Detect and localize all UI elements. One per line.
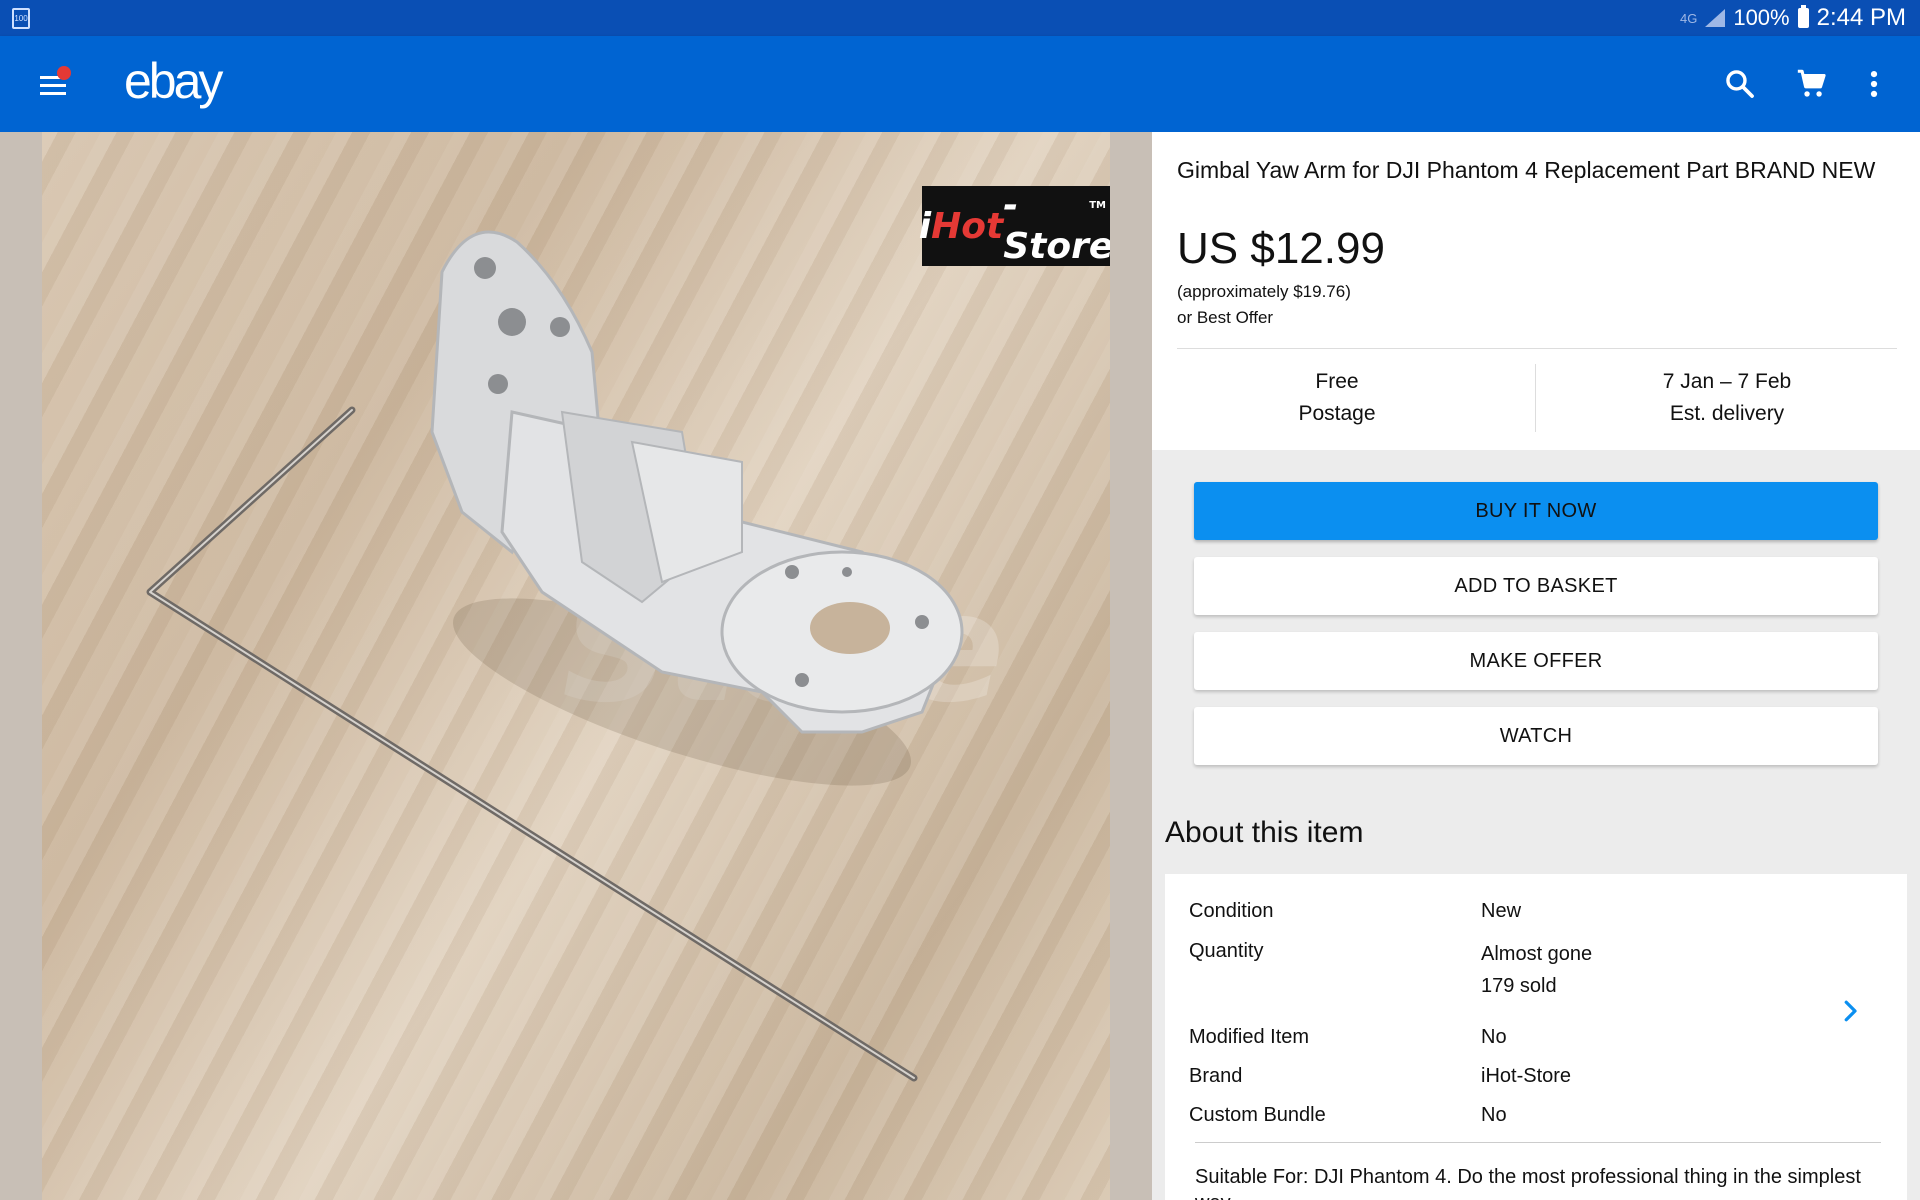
detail-label: Brand <box>1189 1065 1243 1087</box>
detail-value: No <box>1481 1104 1507 1126</box>
menu-icon-bar <box>40 84 66 87</box>
add-to-basket-button[interactable]: ADD TO BASKET <box>1194 557 1878 615</box>
detail-value: iHot-Store <box>1481 1065 1572 1087</box>
menu-button[interactable] <box>30 62 78 110</box>
shipping-label: Postage <box>1298 402 1376 425</box>
detail-label: Custom Bundle <box>1189 1104 1326 1126</box>
app-bar: ebay <box>0 36 1920 132</box>
shipping-cost: Free <box>1315 370 1359 393</box>
shipping-info: Free Postage <box>1152 366 1522 430</box>
item-price: US $12.99 <box>1177 224 1385 273</box>
search-icon <box>1726 70 1754 98</box>
battery-icon <box>1797 5 1809 28</box>
delivery-label: Est. delivery <box>1669 402 1785 425</box>
badge-highlight: Hot <box>931 205 1004 247</box>
watch-button[interactable]: WATCH <box>1194 707 1878 765</box>
overflow-menu-button[interactable] <box>1852 62 1896 106</box>
item-description: Suitable For: DJI Phantom 4. Do the most… <box>1195 1166 1861 1200</box>
search-button[interactable] <box>1718 62 1762 106</box>
menu-icon-bar <box>40 92 66 95</box>
quantity-status: Almost gone <box>1481 943 1593 965</box>
divider <box>1535 364 1536 432</box>
delivery-info: 7 Jan – 7 Feb Est. delivery <box>1542 366 1912 430</box>
product-illustration <box>146 230 964 1082</box>
divider <box>1177 348 1897 349</box>
detail-label: Quantity <box>1189 940 1264 962</box>
badge-prefix: i <box>918 205 932 247</box>
make-offer-button[interactable]: MAKE OFFER <box>1194 632 1878 690</box>
cart-icon <box>1797 69 1826 97</box>
item-photo[interactable]: Store iHot- <box>42 132 1110 1200</box>
cart-button[interactable] <box>1790 62 1834 106</box>
detail-value: No <box>1481 1026 1507 1048</box>
delivery-dates: 7 Jan – 7 Feb <box>1662 370 1792 393</box>
status-indicators: 4G 100% 2:44 PM <box>1680 0 1906 36</box>
chevron-right-icon[interactable] <box>1835 996 1865 1026</box>
network-type-icon: 4G <box>1679 10 1698 26</box>
status-bar: 100 4G 100% 2:44 PM <box>0 0 1920 36</box>
badge-trademark: TM <box>1089 200 1106 211</box>
buy-it-now-button[interactable]: BUY IT NOW <box>1194 482 1878 540</box>
notification-icon: 100 <box>12 8 30 29</box>
item-title: Gimbal Yaw Arm for DJI Phantom 4 Replace… <box>1177 157 1876 183</box>
store-logo-badge: i Hot -Store TM <box>918 185 1110 267</box>
clock: 2:44 PM <box>1816 4 1906 31</box>
quantity-sold: 179 sold <box>1481 975 1557 997</box>
ebay-logo[interactable]: ebay <box>124 52 223 110</box>
item-details-panel: Gimbal Yaw Arm for DJI Phantom 4 Replace… <box>1152 132 1920 1200</box>
notification-dot <box>57 66 71 80</box>
detail-value: Almost gone 179 sold <box>1481 938 1592 1002</box>
item-summary-card: Gimbal Yaw Arm for DJI Phantom 4 Replace… <box>1152 132 1920 450</box>
approx-price: (approximately $19.76) <box>1177 282 1351 301</box>
detail-value: New <box>1481 900 1522 922</box>
detail-label: Modified Item <box>1189 1026 1310 1048</box>
about-heading: About this item <box>1165 816 1364 849</box>
overflow-icon <box>1870 70 1878 98</box>
item-specifics-card[interactable]: Condition New Quantity Almost gone 179 s… <box>1165 874 1907 1200</box>
detail-label: Condition <box>1189 900 1274 922</box>
best-offer-label: or Best Offer <box>1177 308 1274 327</box>
divider <box>1195 1142 1881 1143</box>
battery-percent: 100% <box>1733 5 1790 30</box>
badge-suffix: -Store <box>1003 185 1110 267</box>
item-image-gallery[interactable]: Store iHot- <box>0 132 1152 1200</box>
signal-icon <box>1705 9 1726 27</box>
